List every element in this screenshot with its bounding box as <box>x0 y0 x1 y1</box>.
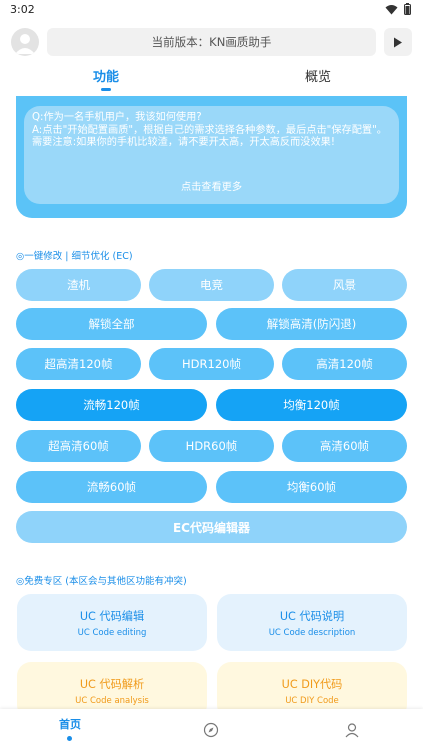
avatar-icon <box>15 34 35 54</box>
ec-code-editor-button[interactable]: EC代码编辑器 <box>16 511 407 543</box>
card-title: UC 代码说明 <box>279 610 345 623</box>
top-bar: 当前版本：KN画质助手 <box>0 26 423 58</box>
card-subtitle: UC Code description <box>268 628 356 638</box>
faq-more-link[interactable]: 点击查看更多 <box>24 182 399 195</box>
smooth-120-button[interactable]: 流畅120帧 <box>16 389 207 421</box>
user-icon[interactable] <box>344 722 360 738</box>
unlock-hd-button[interactable]: 解锁高清(防闪退) <box>216 308 407 340</box>
wifi-icon <box>385 4 398 14</box>
uc-code-description-card[interactable]: UC 代码说明 UC Code description <box>217 594 407 651</box>
avatar[interactable] <box>11 28 39 56</box>
tab-function[interactable]: 功能 <box>66 66 146 85</box>
nav-home[interactable]: 首页 <box>50 716 90 732</box>
tab-indicator <box>101 88 111 91</box>
status-icons <box>385 3 411 15</box>
faq-card: Q:作为一名手机用户，我该如何使用? A:点击"开始配置画质"，根据自己的需求选… <box>24 106 399 204</box>
card-subtitle: UC Code editing <box>77 628 147 638</box>
balanced-120-button[interactable]: 均衡120帧 <box>216 389 407 421</box>
card-title: UC DIY代码 <box>281 678 343 691</box>
uc-code-editing-card[interactable]: UC 代码编辑 UC Code editing <box>17 594 207 651</box>
faq-note: 需要注意:如果你的手机比较渣，请不要开太高，开太高反而没效果! <box>32 137 335 148</box>
play-icon <box>394 37 402 47</box>
unlock-all-button[interactable]: 解锁全部 <box>16 308 207 340</box>
free-section-title: ◎免费专区 (本区会与其他区功能有冲突) <box>16 576 187 587</box>
balanced-60-button[interactable]: 均衡60帧 <box>216 471 407 503</box>
faq-answer: A:点击"开始配置画质"，根据自己的需求选择各种参数，最后点击"保存配置"。 <box>32 124 387 136</box>
battery-icon <box>404 3 411 15</box>
status-time: 3:02 <box>10 3 35 16</box>
card-subtitle: UC DIY Code <box>285 696 339 706</box>
card-title: UC 代码编辑 <box>79 610 145 623</box>
smooth-60-button[interactable]: 流畅60帧 <box>16 471 207 503</box>
preset-esports-button[interactable]: 电竞 <box>149 269 274 301</box>
preset-scenery-button[interactable]: 风景 <box>282 269 407 301</box>
hdr-60-button[interactable]: HDR60帧 <box>149 430 274 462</box>
ultra-hd-120-button[interactable]: 超高清120帧 <box>16 348 141 380</box>
faq-panel: Q:作为一名手机用户，我该如何使用? A:点击"开始配置画质"，根据自己的需求选… <box>16 96 407 218</box>
tab-bar: 功能 概览 <box>0 66 423 94</box>
card-subtitle: UC Code analysis <box>75 696 149 706</box>
faq-question: Q:作为一名手机用户，我该如何使用? <box>32 112 202 123</box>
ultra-hd-60-button[interactable]: 超高清60帧 <box>16 430 141 462</box>
bottom-nav: 首页 <box>0 709 423 752</box>
preset-low-end-button[interactable]: 渣机 <box>16 269 141 301</box>
version-text: 当前版本：KN画质助手 <box>151 35 272 49</box>
compass-icon[interactable] <box>203 722 219 738</box>
play-button[interactable] <box>384 28 412 56</box>
hdr-120-button[interactable]: HDR120帧 <box>149 348 274 380</box>
hd-120-button[interactable]: 高清120帧 <box>282 348 407 380</box>
hd-60-button[interactable]: 高清60帧 <box>282 430 407 462</box>
nav-active-dot <box>67 736 72 741</box>
status-bar: 3:02 <box>0 0 423 22</box>
card-title: UC 代码解析 <box>79 678 145 691</box>
version-field: 当前版本：KN画质助手 <box>47 28 376 56</box>
tab-overview[interactable]: 概览 <box>278 66 358 85</box>
ec-section-title: ◎一键修改 | 细节优化 (EC) <box>16 251 133 262</box>
